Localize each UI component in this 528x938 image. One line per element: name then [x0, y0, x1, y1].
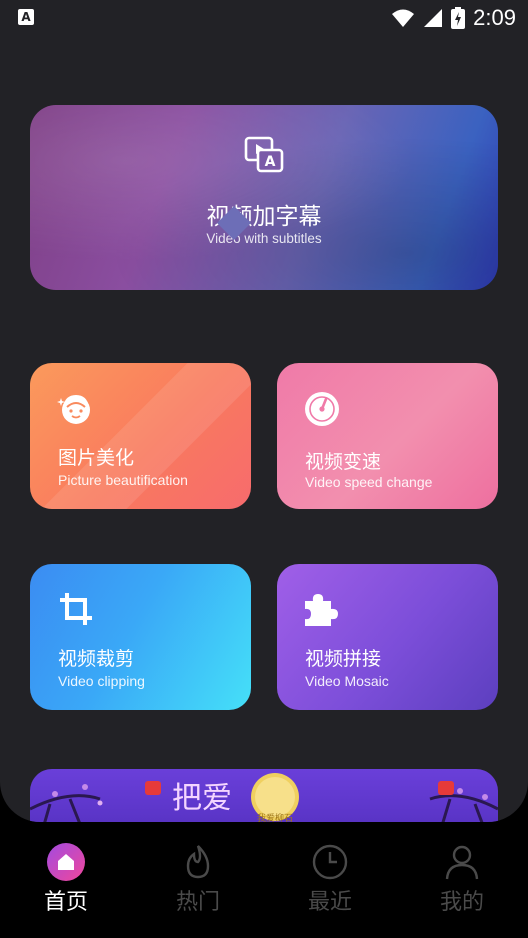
- card-subtitle: Picture beautification: [58, 472, 188, 488]
- tab-label: 最近: [307, 890, 352, 915]
- battery-icon: [451, 7, 466, 29]
- card-title: 图片美化: [58, 447, 135, 469]
- tab-recent[interactable]: 最近: [290, 842, 370, 916]
- status-right: 2:09: [391, 4, 516, 32]
- crop-icon: [60, 593, 92, 625]
- card-subtitle: Video speed change: [305, 474, 433, 490]
- tab-mine[interactable]: 我的: [422, 842, 502, 916]
- tab-hot[interactable]: 热门: [158, 842, 238, 916]
- tab-home[interactable]: 首页: [26, 842, 106, 916]
- tab-label: 我的: [439, 890, 484, 915]
- main-content: A 视频加字幕 Video with subtitles 图片美化 Pictur…: [0, 36, 528, 822]
- card-subtitle: Video Mosaic: [305, 673, 389, 689]
- subtitle-icon: A: [244, 136, 284, 173]
- picture-beautification-card[interactable]: 图片美化 Picture beautification: [30, 363, 251, 509]
- clock-time: 2:09: [473, 5, 516, 30]
- video-mosaic-card[interactable]: 视频拼接 Video Mosaic: [277, 564, 498, 710]
- tab-label: 热门: [175, 890, 220, 915]
- app-notification-icon: A: [18, 9, 34, 25]
- subtitle-feature-card[interactable]: A 视频加字幕 Video with subtitles: [30, 105, 498, 290]
- speedometer-icon: [305, 392, 339, 426]
- svg-text:A: A: [265, 154, 276, 170]
- face-icon: [57, 395, 90, 424]
- signal-icon: [424, 9, 443, 27]
- wifi-icon: [392, 9, 415, 27]
- card-title: 视频变速: [305, 451, 382, 473]
- promo-banner[interactable]: 把爱 我爱柳石: [30, 769, 498, 822]
- banner-headline: 把爱: [172, 781, 232, 816]
- hero-subtitle: Video with subtitles: [206, 231, 322, 246]
- clock-icon: [312, 844, 348, 880]
- person-icon: [445, 845, 479, 880]
- card-title: 视频拼接: [305, 648, 382, 670]
- hero-title: 视频加字幕: [206, 204, 322, 230]
- flame-icon: [186, 845, 210, 879]
- card-subtitle: Video clipping: [58, 673, 145, 689]
- video-speed-change-card[interactable]: 视频变速 Video speed change: [277, 363, 498, 509]
- status-bar: A 2:09: [0, 0, 528, 36]
- banner-badge: 我爱柳石: [256, 814, 293, 822]
- bottom-tab-bar: 首页 热门 最近 我的: [0, 822, 528, 938]
- card-title: 视频裁剪: [58, 648, 135, 670]
- video-clipping-card[interactable]: 视频裁剪 Video clipping: [30, 564, 251, 710]
- tab-label: 首页: [43, 890, 88, 915]
- puzzle-icon: [305, 594, 338, 626]
- home-icon: [47, 843, 85, 881]
